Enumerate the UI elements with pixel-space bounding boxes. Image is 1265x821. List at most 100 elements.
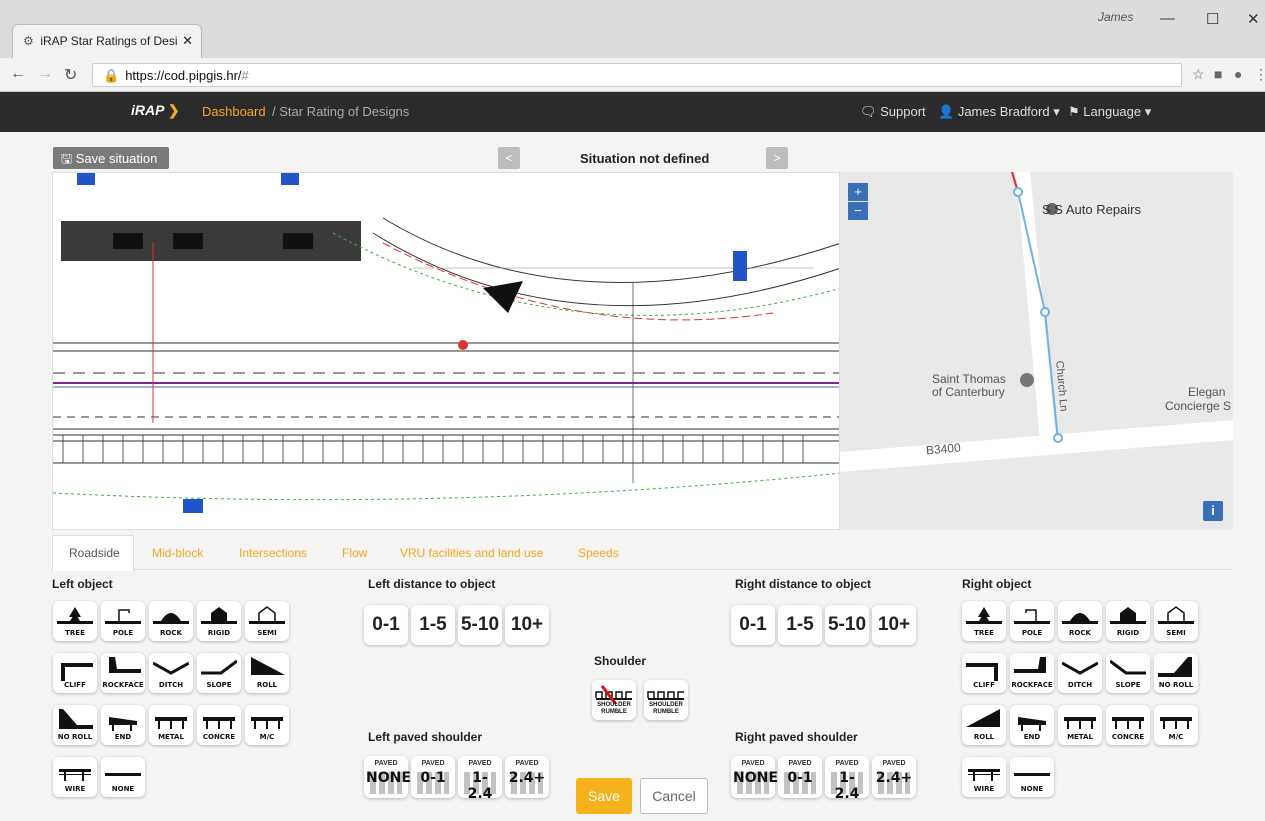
- map-poi-concierge-line2: Concierge S: [1165, 399, 1232, 413]
- nav-dashboard-link[interactable]: Dashboard: [202, 104, 266, 119]
- map-poi-church-line2: of Canterbury: [932, 385, 1005, 399]
- left-object-rock[interactable]: ROCK: [149, 601, 193, 641]
- left-object-rigid[interactable]: RIGID: [197, 601, 241, 641]
- left-distance-0-1[interactable]: 0-1: [364, 605, 408, 645]
- cad-drawing: [53, 173, 839, 529]
- profile-chip[interactable]: James: [1098, 10, 1133, 24]
- back-icon[interactable]: ←: [10, 65, 26, 83]
- tab-mid-block[interactable]: Mid-block: [152, 546, 203, 560]
- save-situation-button[interactable]: 🖫 Save situation: [53, 147, 169, 169]
- tab-intersections[interactable]: Intersections: [239, 546, 307, 560]
- left-distance-title: Left distance to object: [368, 577, 496, 591]
- maximize-icon[interactable]: ☐: [1206, 10, 1219, 28]
- left-paved-2-4plus[interactable]: PAVED 2.4+: [505, 756, 549, 798]
- left-distance-1-5[interactable]: 1-5: [411, 605, 455, 645]
- browser-tab[interactable]: ⚙ iRAP Star Ratings of Desi ✕: [12, 24, 202, 58]
- user-menu[interactable]: 👤 James Bradford ▾: [938, 104, 1060, 120]
- right-object-tree[interactable]: TREE: [962, 601, 1006, 641]
- left-object-end[interactable]: END: [101, 705, 145, 745]
- right-object-title: Right object: [962, 577, 1032, 591]
- right-paved-1-2-4[interactable]: PAVED 1-2.4: [825, 756, 869, 802]
- right-object-no-roll[interactable]: NO ROLL: [1154, 653, 1198, 693]
- right-object-rigid[interactable]: RIGID: [1106, 601, 1150, 641]
- right-paved-0-1[interactable]: PAVED 0-1: [778, 756, 822, 798]
- right-object-semi[interactable]: SEMI: [1154, 601, 1198, 641]
- left-paved-none[interactable]: PAVED NONE: [364, 756, 411, 798]
- logo-chevron-icon: ❯: [167, 102, 180, 118]
- reload-icon[interactable]: ↻: [64, 65, 77, 85]
- right-object-rock[interactable]: ROCK: [1058, 601, 1102, 641]
- cancel-button[interactable]: Cancel: [640, 778, 708, 814]
- url-input[interactable]: 🔒 https://cod.pipgis.hr/#: [92, 63, 1182, 87]
- right-object-none[interactable]: NONE: [1010, 757, 1054, 797]
- right-distance-10plus[interactable]: 10+: [872, 605, 916, 645]
- semi-icon: [1158, 606, 1194, 624]
- zoom-in-button[interactable]: +: [848, 183, 868, 201]
- right-paved-2-4plus[interactable]: PAVED 2.4+: [872, 756, 916, 798]
- left-object-concrete[interactable]: CONCRE: [197, 705, 241, 745]
- left-paved-0-1[interactable]: PAVED 0-1: [411, 756, 455, 798]
- right-object-slope[interactable]: SLOPE: [1106, 653, 1150, 693]
- prev-situation-button[interactable]: <: [498, 147, 520, 169]
- left-object-mc[interactable]: M/C: [245, 705, 289, 745]
- right-object-ditch[interactable]: DITCH: [1058, 653, 1102, 693]
- right-object-cliff[interactable]: CLIFF: [962, 653, 1006, 693]
- star-icon[interactable]: ☆: [1192, 66, 1205, 83]
- right-object-end[interactable]: END: [1010, 705, 1054, 745]
- close-window-icon[interactable]: ✕: [1247, 10, 1260, 28]
- right-distance-0-1[interactable]: 0-1: [731, 605, 775, 645]
- extension-shield-icon[interactable]: ●: [1234, 66, 1242, 82]
- right-object-mc[interactable]: M/C: [1154, 705, 1198, 745]
- left-object-none[interactable]: NONE: [101, 757, 145, 797]
- app-navbar: iRAP ❯ Dashboard / Star Rating of Design…: [0, 92, 1265, 132]
- tab-roadside[interactable]: Roadside: [69, 546, 120, 560]
- right-object-pole[interactable]: POLE: [1010, 601, 1054, 641]
- left-object-slope[interactable]: SLOPE: [197, 653, 241, 693]
- right-object-roll[interactable]: ROLL: [962, 705, 1006, 745]
- left-object-no-roll[interactable]: NO ROLL: [53, 705, 97, 745]
- right-paved-none[interactable]: PAVED NONE: [731, 756, 778, 798]
- right-distance-1-5[interactable]: 1-5: [778, 605, 822, 645]
- left-object-wire[interactable]: WIRE: [53, 757, 97, 797]
- right-paved-title: Right paved shoulder: [735, 730, 858, 744]
- language-menu[interactable]: ⚑ Language ▾: [1068, 104, 1151, 120]
- save-button[interactable]: Save: [576, 778, 632, 814]
- irap-logo[interactable]: iRAP ❯: [131, 102, 180, 119]
- map-info-button[interactable]: i: [1203, 501, 1223, 521]
- right-object-rockface[interactable]: ROCKFACE: [1010, 653, 1054, 693]
- menu-icon[interactable]: ⋮: [1254, 66, 1265, 83]
- tab-speeds[interactable]: Speeds: [578, 546, 619, 560]
- left-object-semi[interactable]: SEMI: [245, 601, 289, 641]
- left-object-cliff[interactable]: CLIFF: [53, 653, 97, 693]
- right-object-concrete[interactable]: CONCRE: [1106, 705, 1150, 745]
- forward-icon[interactable]: →: [37, 65, 53, 83]
- tree-icon: [57, 607, 93, 624]
- next-situation-button[interactable]: >: [766, 147, 788, 169]
- right-object-metal[interactable]: METAL: [1058, 705, 1102, 745]
- zoom-out-button[interactable]: −: [848, 202, 868, 220]
- support-link[interactable]: 🗨 Support: [860, 104, 926, 120]
- shoulder-rumble-none[interactable]: SHOULDER RUMBLE: [592, 680, 636, 720]
- map-panel[interactable]: [840, 172, 1233, 530]
- right-distance-5-10[interactable]: 5-10: [825, 605, 869, 645]
- left-object-rockface[interactable]: ROCKFACE: [101, 653, 145, 693]
- left-object-roll[interactable]: ROLL: [245, 653, 289, 693]
- left-paved-1-2-4[interactable]: PAVED 1-2.4: [458, 756, 502, 802]
- shoulder-rumble-present[interactable]: SHOULDER RUMBLE: [644, 680, 688, 720]
- tab-vru-facilities[interactable]: VRU facilities and land use: [400, 546, 543, 560]
- extension-icon[interactable]: ■: [1214, 66, 1222, 82]
- minimize-icon[interactable]: —: [1160, 10, 1175, 27]
- right-distance-title: Right distance to object: [735, 577, 872, 591]
- left-distance-10plus[interactable]: 10+: [505, 605, 549, 645]
- left-object-ditch[interactable]: DITCH: [149, 653, 193, 693]
- design-drawing-canvas[interactable]: ✎: [52, 172, 840, 530]
- close-tab-icon[interactable]: ✕: [182, 33, 193, 49]
- left-distance-5-10[interactable]: 5-10: [458, 605, 502, 645]
- tab-flow[interactable]: Flow: [342, 546, 367, 560]
- left-object-pole[interactable]: POLE: [101, 601, 145, 641]
- map-poi-auto-repairs[interactable]: S S Auto Repairs: [1042, 202, 1141, 217]
- chat-icon: 🗨: [860, 104, 877, 119]
- left-object-tree[interactable]: TREE: [53, 601, 97, 641]
- right-object-wire[interactable]: WIRE: [962, 757, 1006, 797]
- left-object-metal[interactable]: METAL: [149, 705, 193, 745]
